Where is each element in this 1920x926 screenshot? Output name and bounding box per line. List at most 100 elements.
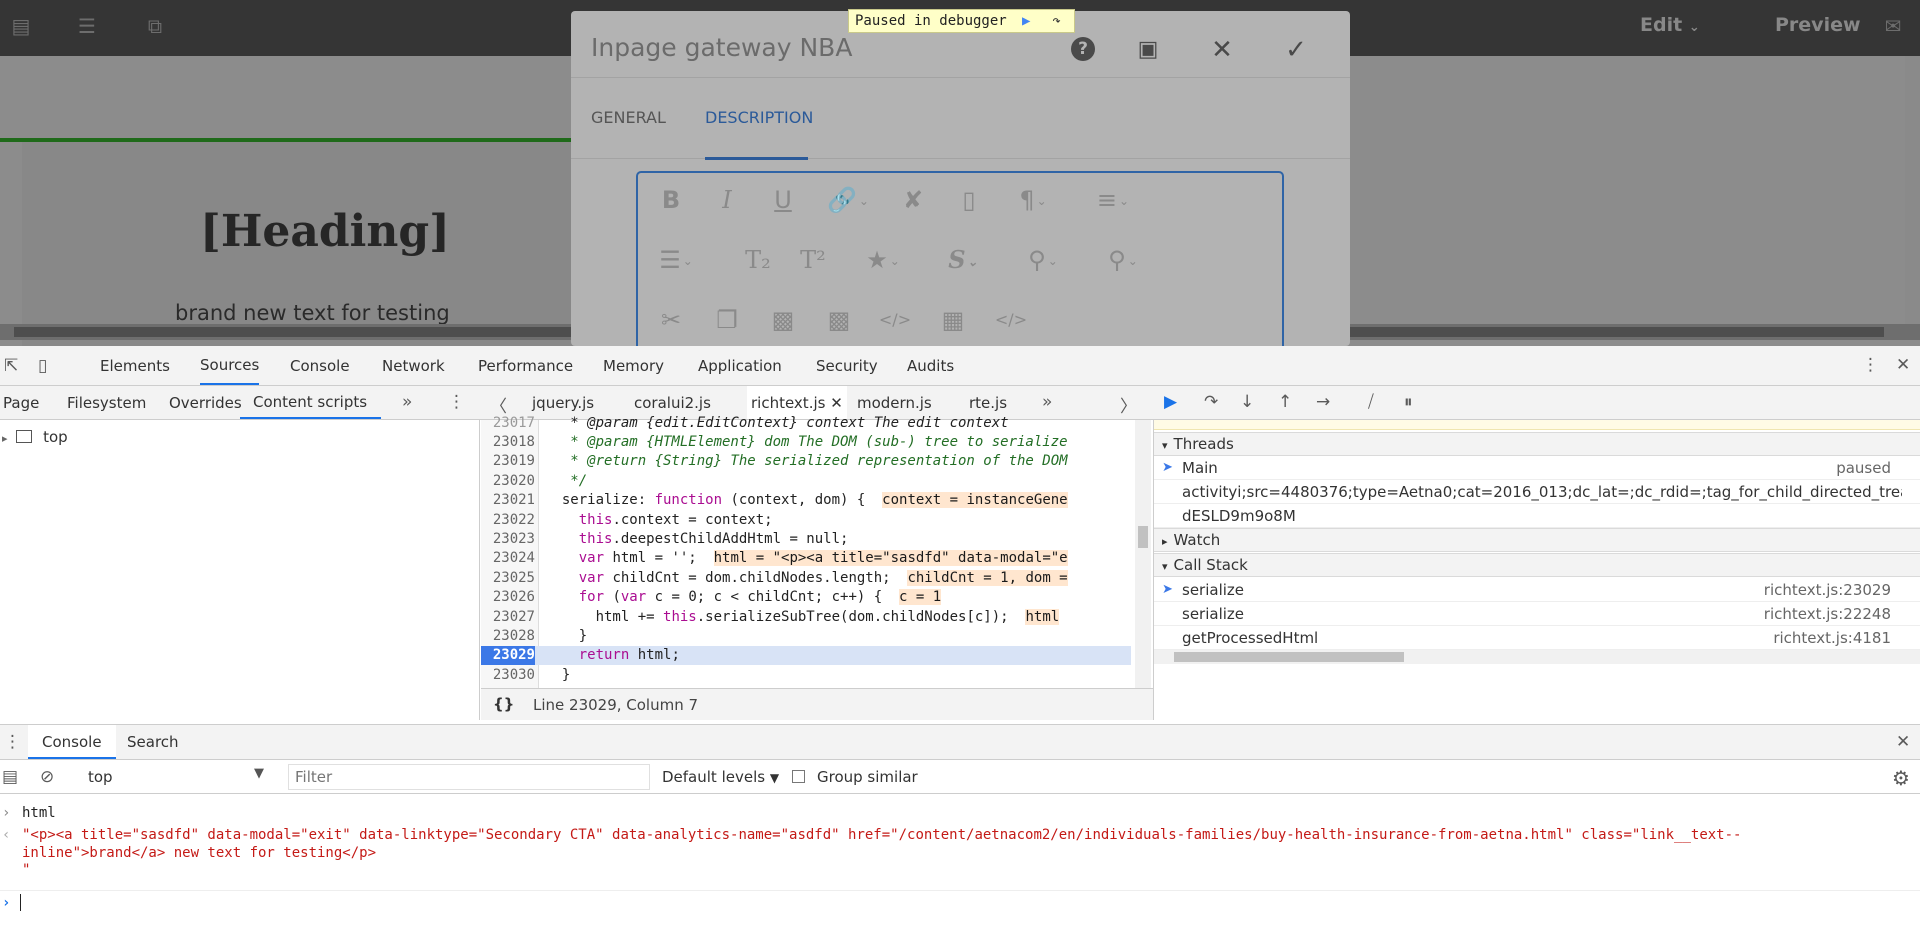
close-icon[interactable]: ✕	[1207, 35, 1237, 65]
console-sidebar-icon[interactable]: ▤	[2, 767, 18, 787]
callframe-location[interactable]: richtext.js:4181	[1773, 626, 1891, 650]
paste-icon[interactable]: ▩	[758, 305, 808, 335]
source-edit-icon[interactable]: </>	[986, 305, 1036, 335]
callframe-location[interactable]: richtext.js:22248	[1764, 602, 1891, 626]
callstack-section-header[interactable]: ▾ Call Stack	[1154, 553, 1920, 577]
underline-icon[interactable]: U	[758, 185, 808, 215]
editor-vertical-scrollbar[interactable]	[1135, 420, 1151, 688]
close-drawer-icon[interactable]: ✕	[1896, 732, 1910, 752]
annotate-icon[interactable]: ✉	[1880, 14, 1906, 38]
console-settings-gear-icon[interactable]: ⚙	[1892, 766, 1910, 790]
line-number[interactable]: 23026	[481, 588, 535, 607]
navigator-menu-icon[interactable]: ⋮	[448, 392, 465, 412]
link-icon[interactable]: 🔗 ⌄	[818, 185, 878, 215]
line-number[interactable]: 23027	[481, 608, 535, 627]
line-number[interactable]: 23024	[481, 549, 535, 568]
line-number[interactable]: 23020	[481, 472, 535, 491]
dropdown-arrow-icon[interactable]: ▼	[254, 766, 264, 781]
more-options-icon[interactable]: ⋮	[1862, 355, 1879, 375]
close-devtools-icon[interactable]: ✕	[1896, 355, 1910, 375]
group-similar-checkbox[interactable]	[792, 770, 805, 783]
line-number[interactable]: 23029	[481, 646, 535, 666]
page-body-text[interactable]: brand new text for testing	[175, 301, 450, 325]
copy-icon[interactable]: ❐	[702, 305, 752, 335]
callframe-row[interactable]: ➤ serialize richtext.js:23029	[1154, 578, 1920, 602]
tab-audits[interactable]: Audits	[907, 346, 954, 385]
thread-row[interactable]: activityi;src=4480376;type=Aetna0;cat=20…	[1154, 480, 1920, 504]
line-number[interactable]: 23021	[481, 491, 535, 510]
code-editor[interactable]: 23017 * @param {edit.EditContext} contex…	[481, 415, 1153, 720]
thread-row[interactable]: ➤ Main paused	[1154, 456, 1920, 480]
context-selector[interactable]: top	[88, 768, 113, 786]
mobile-icon[interactable]: ▯	[944, 185, 994, 215]
italic-icon[interactable]: I	[702, 185, 752, 215]
line-number[interactable]: 23023	[481, 530, 535, 549]
find-icon[interactable]: ⚲ ⌄	[1013, 245, 1073, 275]
tab-page[interactable]: Page	[3, 386, 39, 419]
step-over-icon[interactable]: ↷	[1204, 392, 1218, 412]
special-chars-icon[interactable]: ★ ⌄	[853, 245, 913, 275]
styles-icon[interactable]: S ⌄	[933, 245, 993, 275]
superscript-icon[interactable]: T²	[788, 245, 838, 275]
callframe-row[interactable]: getProcessedHtml richtext.js:4181	[1154, 626, 1920, 650]
cut-icon[interactable]: ✂	[646, 305, 696, 335]
console-filter-input[interactable]	[288, 764, 650, 790]
callframe-location[interactable]: richtext.js:23029	[1764, 578, 1891, 602]
scrollbar-thumb[interactable]	[1174, 652, 1404, 662]
confirm-icon[interactable]: ✓	[1281, 35, 1311, 65]
device-toolbar-icon[interactable]: ▯	[38, 356, 47, 376]
tab-overrides[interactable]: Overrides	[169, 386, 242, 419]
page-vertical-scrollbar[interactable]	[1905, 56, 1920, 324]
drawer-menu-icon[interactable]: ⋮	[4, 732, 21, 752]
watch-section-header[interactable]: ▸ Watch	[1154, 528, 1920, 552]
tab-filesystem[interactable]: Filesystem	[67, 386, 146, 419]
console-prompt-line[interactable]: ›	[0, 890, 1920, 911]
page-heading[interactable]: [Heading]	[200, 206, 450, 257]
find-replace-icon[interactable]: ⚲ ⌄	[1093, 245, 1153, 275]
pause-on-exceptions-icon[interactable]: ⏸	[1404, 392, 1413, 412]
paste-html-icon[interactable]: </>	[870, 305, 920, 335]
line-number[interactable]: 23019	[481, 452, 535, 471]
tab-content-scripts[interactable]: Content scripts	[240, 386, 382, 419]
console-output[interactable]: › html ‹ "<p><a title="sasdfd" data-moda…	[0, 796, 1920, 926]
thread-row[interactable]: dESLD9m9o8M	[1154, 504, 1920, 528]
tab-memory[interactable]: Memory	[603, 346, 664, 385]
tab-performance[interactable]: Performance	[478, 346, 573, 385]
step-over-icon[interactable]: ↷	[1046, 10, 1068, 32]
edit-mode-button[interactable]: Edit ⌄	[1640, 14, 1700, 36]
rich-text-editor[interactable]: B I U 🔗 ⌄ ✘ ▯ ¶ ⌄ ≡ ⌄ ☰ ⌄ T₂ T² ★ ⌄ S ⌄ ⚲ ⌄ ⚲ ⌄ …	[636, 171, 1284, 346]
line-number[interactable]: 23030	[481, 666, 535, 685]
expand-arrow-icon[interactable]: ▸	[2, 432, 8, 445]
more-tabs-icon[interactable]: »	[402, 392, 412, 412]
tab-general[interactable]: GENERAL	[591, 108, 666, 127]
sidebar-horizontal-scrollbar[interactable]	[1154, 650, 1920, 664]
sidebar-toggle-icon[interactable]: ▤	[8, 14, 34, 38]
paragraph-icon[interactable]: ¶ ⌄	[1003, 185, 1063, 215]
scrollbar-thumb[interactable]	[1138, 526, 1148, 548]
resume-icon[interactable]: ▶	[1164, 392, 1177, 412]
line-number[interactable]: 23018	[481, 433, 535, 452]
fullscreen-icon[interactable]: ▣	[1133, 35, 1163, 65]
tree-item-top[interactable]: ▸ top	[2, 428, 68, 446]
step-icon[interactable]: →	[1316, 392, 1330, 412]
emulator-icon[interactable]: ⧉	[142, 14, 168, 38]
bold-icon[interactable]: B	[646, 185, 696, 215]
resume-icon[interactable]: ▶	[1015, 10, 1037, 32]
tab-description[interactable]: DESCRIPTION	[705, 108, 813, 127]
subscript-icon[interactable]: T₂	[733, 245, 783, 275]
more-file-tabs-icon[interactable]: »	[1042, 392, 1052, 412]
close-tab-icon[interactable]: ✕	[830, 394, 843, 412]
tab-elements[interactable]: Elements	[100, 346, 170, 385]
paste-text-icon[interactable]: ▩	[814, 305, 864, 335]
tab-console[interactable]: Console	[290, 346, 350, 385]
line-number[interactable]: 23028	[481, 627, 535, 646]
align-icon[interactable]: ≡ ⌄	[1083, 185, 1143, 215]
properties-icon[interactable]: ☰	[74, 14, 100, 38]
tab-application[interactable]: Application	[698, 346, 782, 385]
deactivate-breakpoints-icon[interactable]: ⧸	[1368, 392, 1374, 412]
tab-security[interactable]: Security	[816, 346, 878, 385]
threads-section-header[interactable]: ▾ Threads	[1154, 432, 1920, 456]
pretty-print-icon[interactable]: {}	[493, 695, 514, 713]
drawer-tab-console[interactable]: Console	[28, 725, 116, 759]
step-out-icon[interactable]: ↑	[1278, 392, 1292, 412]
